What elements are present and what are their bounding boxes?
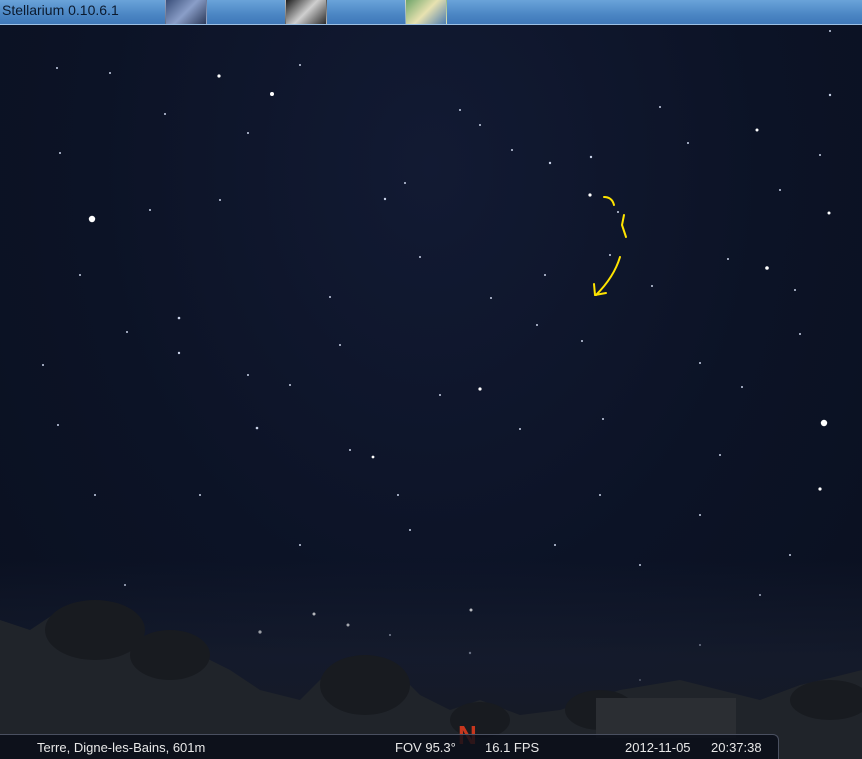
star[interactable] xyxy=(217,74,221,78)
star[interactable] xyxy=(818,487,822,491)
star[interactable] xyxy=(371,455,375,459)
fps-readout: 16.1 FPS xyxy=(485,740,540,755)
stellarium-window: Stellarium 0.10.6.1 Terre, Digne-les-Bai… xyxy=(0,0,862,759)
time-readout[interactable]: 20:37:38 xyxy=(711,740,762,755)
taskbar-thumbnail-2[interactable] xyxy=(285,0,327,24)
taskbar-thumbnail-3[interactable] xyxy=(405,0,447,24)
date-readout[interactable]: 2012-11-05 xyxy=(625,740,691,755)
star[interactable] xyxy=(270,92,274,96)
taskbar-thumbnail-1[interactable] xyxy=(165,0,207,24)
annotation-arrow xyxy=(593,196,627,296)
fov-readout: FOV 95.3° xyxy=(395,740,456,755)
status-bar: Terre, Digne-les-Bains, 601m FOV 95.3° 1… xyxy=(0,734,779,759)
title-bar[interactable]: Stellarium 0.10.6.1 xyxy=(0,0,862,25)
star[interactable] xyxy=(755,128,759,132)
star[interactable] xyxy=(88,215,96,223)
horizon-landscape xyxy=(0,560,862,759)
star[interactable] xyxy=(588,193,592,197)
window-title: Stellarium 0.10.6.1 xyxy=(2,2,119,18)
star[interactable] xyxy=(765,266,769,270)
star[interactable] xyxy=(478,387,482,391)
star[interactable] xyxy=(820,419,828,427)
star[interactable] xyxy=(827,211,831,215)
location-readout[interactable]: Terre, Digne-les-Bains, 601m xyxy=(37,740,205,755)
